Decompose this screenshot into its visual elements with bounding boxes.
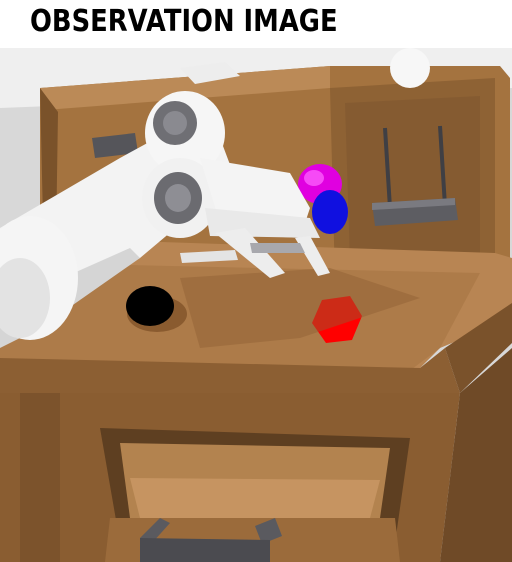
observation-title: OBSERVATION IMAGE <box>30 4 338 39</box>
observation-scene <box>0 48 512 562</box>
blue-object <box>312 190 348 234</box>
white-sphere <box>390 48 430 88</box>
